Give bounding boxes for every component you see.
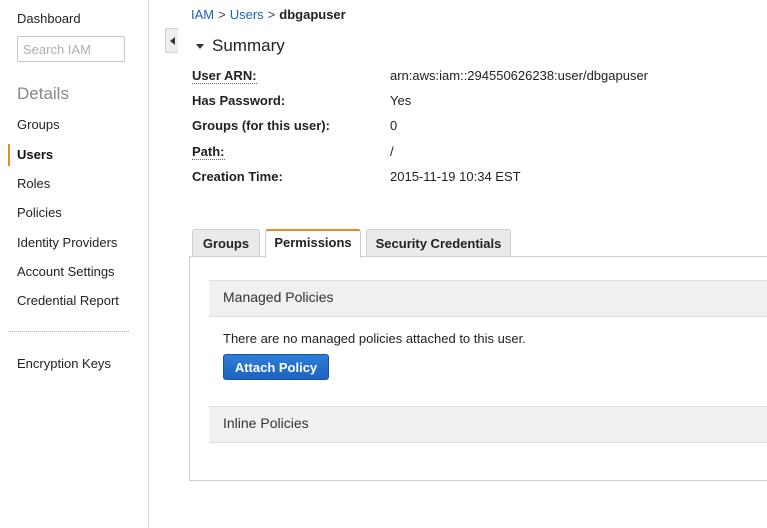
breadcrumb-separator: > bbox=[267, 7, 276, 22]
breadcrumb-users-link[interactable]: Users bbox=[230, 7, 264, 22]
user-arn-label: User ARN: bbox=[192, 68, 257, 84]
groups-count-value: 0 bbox=[390, 118, 398, 133]
managed-policies-header: Managed Policies bbox=[209, 280, 767, 317]
has-password-value: Yes bbox=[390, 93, 412, 108]
caret-down-icon bbox=[196, 43, 204, 49]
sidebar-divider bbox=[8, 331, 129, 332]
sidebar-item-roles[interactable]: Roles bbox=[17, 176, 50, 191]
groups-count-label: Groups (for this user): bbox=[192, 118, 330, 133]
sidebar-item-identity-providers[interactable]: Identity Providers bbox=[17, 235, 117, 250]
chevron-left-icon bbox=[169, 36, 175, 45]
attach-policy-button[interactable]: Attach Policy bbox=[223, 354, 329, 380]
path-value: / bbox=[390, 144, 394, 159]
no-policies-message: There are no managed policies attached t… bbox=[223, 331, 526, 346]
sidebar-item-policies[interactable]: Policies bbox=[17, 205, 62, 220]
sidebar-heading-details: Details bbox=[17, 84, 69, 103]
tab-permissions[interactable]: Permissions bbox=[265, 229, 361, 258]
sidebar-item-encryption-keys[interactable]: Encryption Keys bbox=[17, 356, 111, 371]
sidebar-item-credential-report[interactable]: Credential Report bbox=[17, 293, 119, 308]
inline-policies-header: Inline Policies bbox=[209, 406, 767, 443]
collapse-sidebar-button[interactable] bbox=[165, 28, 178, 53]
active-indicator bbox=[8, 144, 10, 166]
summary-toggle[interactable]: Summary bbox=[196, 36, 285, 56]
user-arn-value: arn:aws:iam::294550626238:user/dbgapuser bbox=[390, 68, 649, 83]
permissions-panel: Managed Policies There are no managed po… bbox=[189, 256, 767, 481]
summary-title: Summary bbox=[212, 36, 285, 55]
tab-groups[interactable]: Groups bbox=[192, 229, 260, 257]
sidebar-item-account-settings[interactable]: Account Settings bbox=[17, 264, 115, 279]
has-password-label: Has Password: bbox=[192, 93, 286, 108]
sidebar-item-groups[interactable]: Groups bbox=[17, 117, 60, 132]
breadcrumb: IAM > Users > dbgapuser bbox=[191, 7, 346, 22]
path-label: Path: bbox=[192, 144, 225, 160]
breadcrumb-separator: > bbox=[218, 7, 226, 22]
breadcrumb-current: dbgapuser bbox=[279, 7, 346, 22]
search-input[interactable] bbox=[17, 36, 125, 62]
sidebar-item-dashboard[interactable]: Dashboard bbox=[17, 11, 81, 26]
sidebar-item-users[interactable]: Users bbox=[17, 147, 53, 162]
creation-time-label: Creation Time: bbox=[192, 169, 283, 184]
tab-security-credentials[interactable]: Security Credentials bbox=[366, 229, 511, 257]
sidebar: Dashboard Details Groups Users Roles Pol… bbox=[0, 0, 149, 528]
creation-time-value: 2015-11-19 10:34 EST bbox=[390, 169, 521, 184]
breadcrumb-iam-link[interactable]: IAM bbox=[191, 7, 214, 22]
